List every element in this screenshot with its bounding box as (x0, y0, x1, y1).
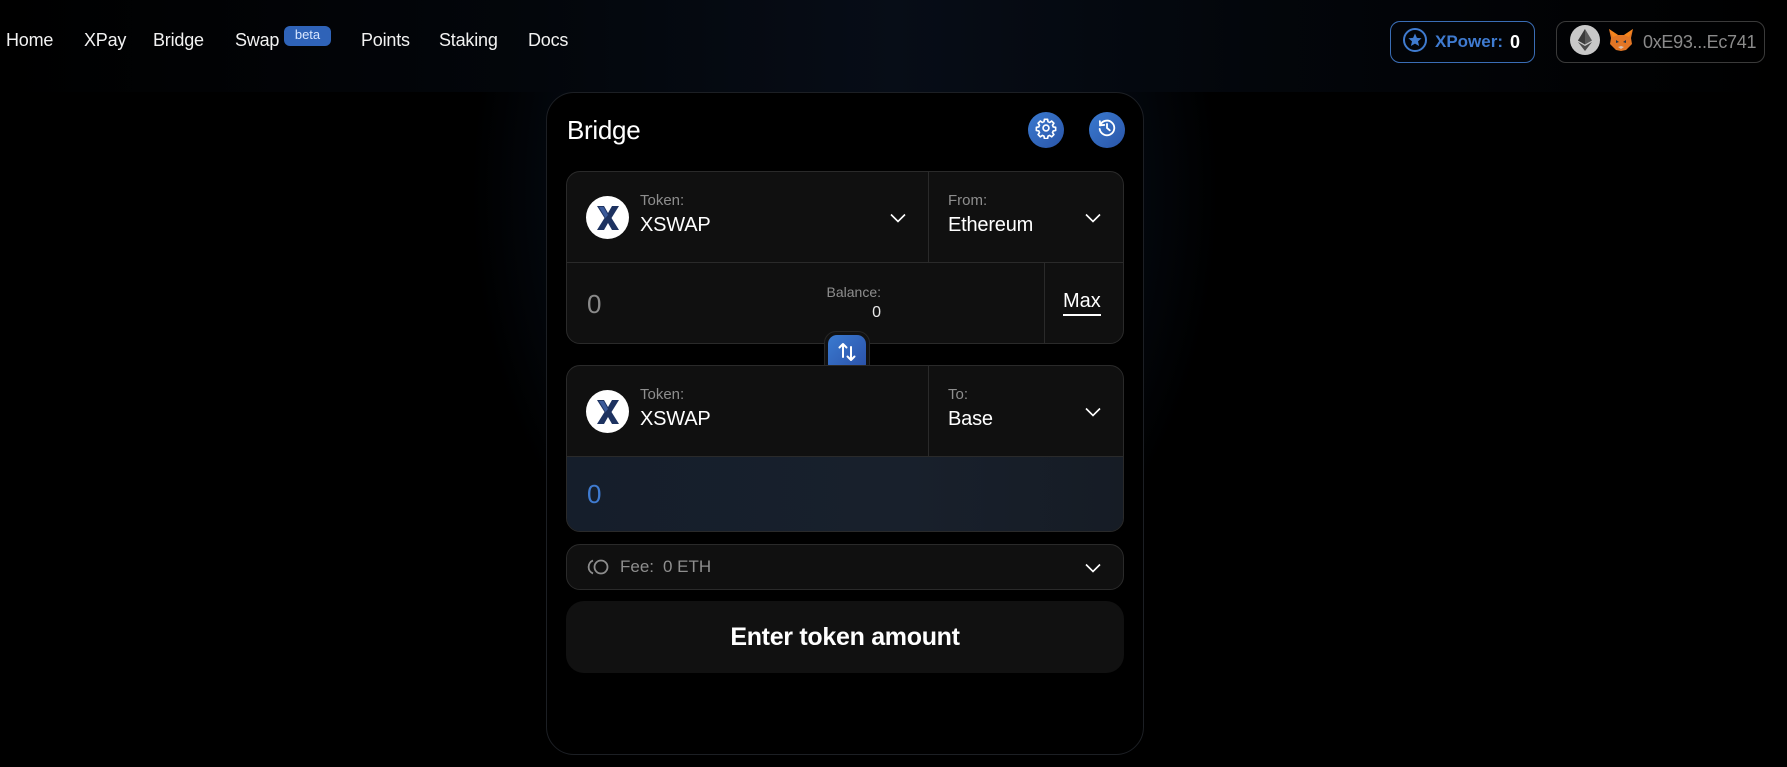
fee-row[interactable]: Fee: 0 ETH (566, 544, 1124, 590)
from-chain-value: Ethereum (948, 214, 1034, 236)
fee-icon (587, 558, 611, 581)
source-selector-row: Token: XSWAP From: Ethereum (567, 172, 1123, 263)
metamask-fox-icon (1608, 28, 1634, 57)
star-circle-icon (1402, 27, 1428, 58)
divider (1044, 263, 1045, 343)
max-button[interactable]: Max (1063, 290, 1101, 316)
wallet-button[interactable]: 0xE93...Ec741 (1556, 21, 1765, 63)
nav-swap[interactable]: Swap (235, 30, 279, 51)
xpower-value: 0 (1510, 31, 1521, 52)
fee-label: Fee: (620, 557, 655, 576)
xpower-badge[interactable]: XPower: 0 (1390, 21, 1535, 63)
destination-chain-selector[interactable]: To: Base (929, 366, 1123, 457)
ethereum-icon (1570, 24, 1600, 60)
page-title: Bridge (567, 115, 641, 145)
source-token-value: XSWAP (640, 214, 711, 236)
receive-amount-area: 0 (567, 457, 1123, 531)
from-label: From: (948, 192, 988, 209)
destination-token-label: Token: (640, 386, 685, 403)
chevron-down-icon (1085, 213, 1101, 223)
xswap-token-icon (586, 196, 629, 239)
destination-selector-row: Token: XSWAP To: Base (567, 366, 1123, 457)
bridge-card: Bridge Token: XSWAP From: Ethereum 0 Bal… (546, 92, 1144, 755)
destination-token-value: XSWAP (640, 408, 711, 430)
chevron-down-icon (1085, 563, 1101, 573)
balance-value: 0 (872, 304, 881, 321)
destination-token-selector[interactable]: Token: XSWAP (567, 366, 928, 457)
wallet-address: 0xE93...Ec741 (1643, 31, 1757, 52)
balance-label: Balance: (826, 284, 881, 300)
beta-badge: beta (284, 26, 331, 46)
chevron-down-icon (890, 213, 906, 223)
to-label: To: (948, 386, 969, 403)
to-chain-value: Base (948, 408, 993, 430)
fee-value: 0 ETH (663, 557, 712, 576)
history-icon (1096, 117, 1118, 144)
nav-points[interactable]: Points (361, 30, 410, 51)
source-chain-selector[interactable]: From: Ethereum (929, 172, 1123, 263)
xswap-token-icon (586, 390, 629, 433)
chevron-down-icon (1085, 407, 1101, 417)
receive-amount-value: 0 (587, 479, 602, 509)
nav-bridge[interactable]: Bridge (153, 30, 204, 51)
gear-icon (1035, 117, 1057, 144)
nav-home[interactable]: Home (6, 30, 53, 51)
nav-xpay[interactable]: XPay (84, 30, 126, 51)
settings-button[interactable] (1028, 112, 1064, 148)
nav-docs[interactable]: Docs (528, 30, 568, 51)
nav-staking[interactable]: Staking (439, 30, 498, 51)
history-button[interactable] (1089, 112, 1125, 148)
source-token-label: Token: (640, 192, 685, 209)
destination-panel: Token: XSWAP To: Base 0 (566, 365, 1124, 532)
source-token-selector[interactable]: Token: XSWAP (567, 172, 928, 263)
xpower-label: XPower: (1435, 32, 1504, 51)
enter-amount-button[interactable]: Enter token amount (566, 601, 1124, 673)
source-panel: Token: XSWAP From: Ethereum Balance: 0 M… (566, 171, 1124, 344)
swap-arrows-icon (837, 341, 857, 368)
